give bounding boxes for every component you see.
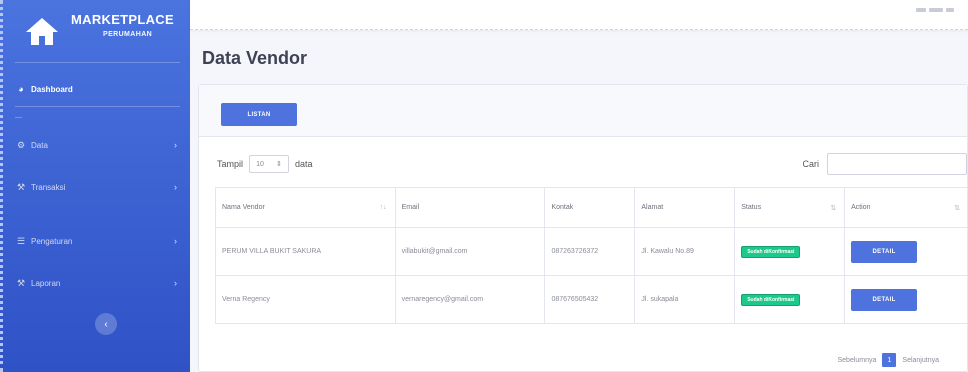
- cog-icon: ⚙: [16, 139, 26, 150]
- table-row: PERUM VILLA BUKIT SAKURA villabukit@gmai…: [215, 227, 968, 276]
- detail-button[interactable]: DETAIL: [851, 240, 918, 263]
- show-label: Tampil: [217, 159, 244, 169]
- sort-asc-icon: ↑↓: [379, 204, 387, 211]
- show-suffix: data: [295, 159, 313, 169]
- sidebar-item-label: Transaksi: [31, 182, 66, 192]
- cell-nama-vendor: PERUM VILLA BUKIT SAKURA: [215, 227, 396, 276]
- page-title: Data Vendor: [202, 48, 308, 68]
- sidebar-item-label: Pengaturan: [31, 236, 73, 246]
- brand[interactable]: MARKETPLACE PERUMAHAN: [25, 8, 185, 53]
- sidebar-toggle-button[interactable]: ‹: [95, 313, 117, 335]
- cell-alamat: Jl. Kawalu No.89: [634, 227, 736, 276]
- sidebar: MARKETPLACE PERUMAHAN ◕ Dashboard — ⚙ Da…: [0, 0, 190, 372]
- cell-kontak: 087263726372: [544, 227, 636, 276]
- pagination-prev[interactable]: Sebelumnya: [837, 357, 876, 364]
- dashboard-icon: ◕: [18, 84, 24, 94]
- status-badge: Sudah diKonfirmasi: [741, 293, 801, 306]
- sort-icon: ⇅: [830, 205, 837, 212]
- user-name-blur: [929, 8, 943, 12]
- chevron-left-icon: ‹: [104, 318, 108, 330]
- add-vendor-button[interactable]: LISTAN: [221, 103, 297, 126]
- column-header-status[interactable]: Status ⇅: [734, 187, 846, 228]
- cell-status: Sudah diKonfirmasi: [734, 227, 846, 276]
- user-menu[interactable]: [916, 8, 954, 12]
- cell-email: vernaregency@gmail.com: [394, 275, 546, 324]
- sidebar-item-pengaturan[interactable]: ☰ Pengaturan ›: [15, 230, 181, 252]
- cell-alamat: Jl. sukapala: [634, 275, 736, 324]
- chevron-right-icon: ›: [174, 140, 177, 150]
- column-header-nama-vendor[interactable]: Nama Vendor ↑↓: [215, 187, 396, 228]
- cell-kontak: 087676505432: [544, 275, 636, 324]
- brand-title: MARKETPLACE: [71, 12, 174, 27]
- pagination-page-1[interactable]: 1: [882, 353, 897, 367]
- column-header-alamat[interactable]: Alamat: [634, 187, 736, 228]
- status-badge: Sudah diKonfirmasi: [741, 245, 801, 258]
- sidebar-item-label: Dashboard: [31, 84, 73, 94]
- chevron-right-icon: ›: [174, 236, 177, 246]
- sliders-icon: ☰: [16, 235, 26, 246]
- search-input[interactable]: [827, 153, 967, 175]
- column-header-email[interactable]: Email: [394, 187, 546, 228]
- sidebar-item-data[interactable]: ⚙ Data ›: [15, 134, 181, 156]
- page-length-value: 10: [256, 160, 264, 168]
- cell-status: Sudah diKonfirmasi: [734, 275, 846, 324]
- pagination: Sebelumnya 1 Selanjutnya: [837, 353, 939, 367]
- column-header-action[interactable]: Action ⇅: [844, 187, 968, 228]
- page-length-select[interactable]: 10 ⇕: [249, 155, 290, 173]
- vendor-table: Nama Vendor ↑↓ Email Kontak Alamat Status…: [215, 187, 968, 324]
- card-header: LISTAN: [199, 85, 967, 137]
- cell-action: DETAIL: [844, 275, 968, 324]
- select-arrows-icon: ⇕: [276, 161, 282, 168]
- brand-subtitle: PERUMAHAN: [103, 31, 153, 38]
- sidebar-heading: —: [15, 114, 22, 121]
- sidebar-item-dashboard[interactable]: ◕ Dashboard: [15, 78, 181, 100]
- sidebar-divider: [15, 106, 180, 107]
- chevron-right-icon: ›: [174, 182, 177, 192]
- user-name-blur: [946, 8, 954, 12]
- topbar: [190, 0, 968, 30]
- wrench-icon: ⚒: [16, 277, 26, 288]
- cell-action: DETAIL: [844, 227, 968, 276]
- chevron-right-icon: ›: [174, 278, 177, 288]
- search-control: Cari: [802, 153, 967, 175]
- sidebar-divider: [15, 62, 180, 63]
- sidebar-item-transaksi[interactable]: ⚒ Transaksi ›: [15, 176, 181, 198]
- cell-email: villabukit@gmail.com: [394, 227, 546, 276]
- sort-icon: ⇅: [954, 205, 960, 212]
- vendor-card: LISTAN Tampil 10 ⇕ data Cari Nama Vendor…: [198, 84, 968, 372]
- home-icon: [26, 18, 58, 45]
- search-label: Cari: [802, 159, 819, 169]
- pagination-next[interactable]: Selanjutnya: [902, 357, 939, 364]
- user-name-blur: [916, 8, 926, 12]
- table-header-row: Nama Vendor ↑↓ Email Kontak Alamat Status…: [215, 187, 968, 228]
- sidebar-item-label: Data: [31, 140, 48, 150]
- wrench-icon: ⚒: [16, 181, 26, 192]
- table-row: Verna Regency vernaregency@gmail.com 087…: [215, 275, 968, 324]
- sidebar-item-label: Laporan: [31, 278, 61, 288]
- detail-button[interactable]: DETAIL: [851, 288, 918, 311]
- cell-nama-vendor: Verna Regency: [215, 275, 396, 324]
- sidebar-item-laporan[interactable]: ⚒ Laporan ›: [15, 272, 181, 294]
- page-length-control: Tampil 10 ⇕ data: [217, 155, 313, 173]
- column-header-kontak[interactable]: Kontak: [544, 187, 636, 228]
